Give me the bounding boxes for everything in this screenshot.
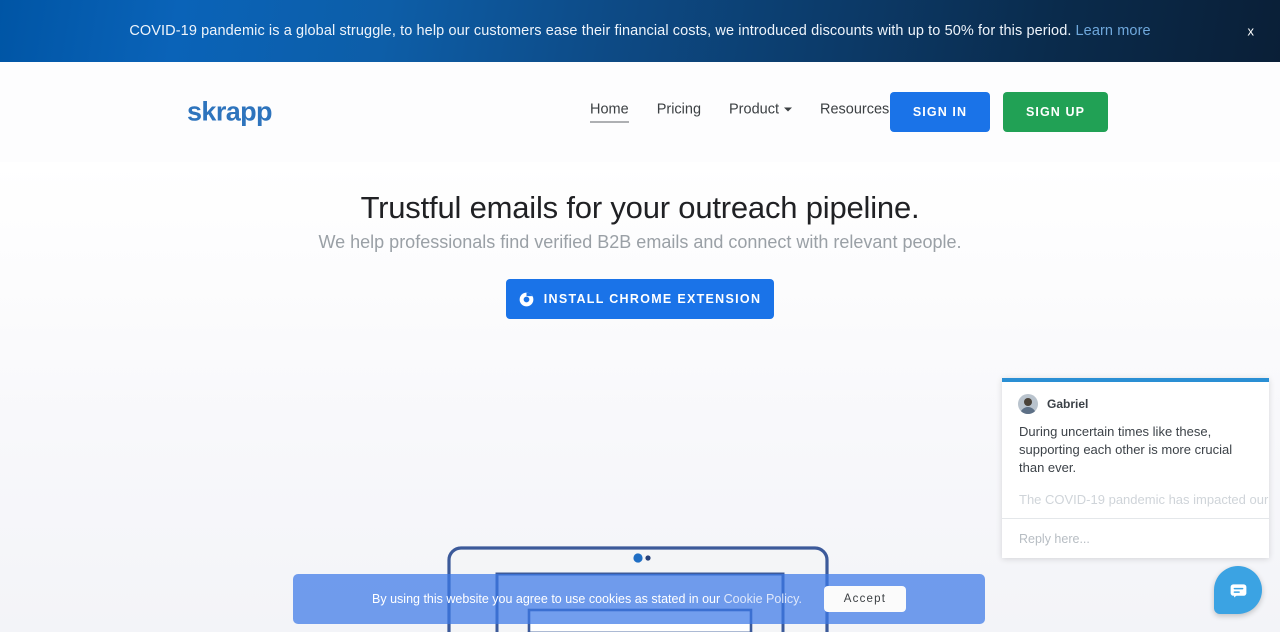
nav-item-resources-label: Resources [820,101,890,118]
skrapp-logo[interactable]: skrapp [187,97,273,128]
cookie-policy-link[interactable]: Cookie Policy. [724,592,802,606]
avatar [1018,394,1038,414]
page-title: Trustful emails for your outreach pipeli… [360,190,920,225]
main-navigation: Home Pricing Product Resources [590,102,930,123]
nav-item-product[interactable]: Product [729,102,792,123]
accept-cookies-button[interactable]: Accept [823,586,906,612]
chat-bubble-icon [1230,583,1246,597]
chat-message: During uncertain times like these, suppo… [1019,424,1233,475]
site-header: skrapp Home Pricing Product Resources SI… [0,62,1280,162]
nav-item-pricing-label: Pricing [656,101,702,118]
hero-subtitle: We help professionals find verified B2B … [318,232,962,252]
sign-in-button[interactable]: SIGN IN [890,92,990,132]
install-chrome-extension-button[interactable]: INSTALL CHROME EXTENSION [506,279,774,319]
close-icon[interactable]: x [1242,21,1261,42]
chrome-icon [519,292,534,306]
install-button-label: INSTALL CHROME EXTENSION [543,292,762,306]
covid-banner-text: COVID-19 pandemic is a global struggle, … [129,23,1150,39]
page-root: COVID-19 pandemic is a global struggle, … [0,0,1280,632]
nav-item-home[interactable]: Home [590,102,629,123]
cookie-consent-text: By using this website you agree to use c… [372,592,802,606]
cookie-message: By using this website you agree to use c… [372,592,721,606]
chevron-down-icon [784,107,792,112]
sign-up-button[interactable]: SIGN UP [1003,92,1108,132]
chat-header: Gabriel [1002,382,1269,414]
chat-reply-row [1002,518,1269,558]
chat-agent-name: Gabriel [1047,397,1089,411]
cookie-consent-bar: By using this website you agree to use c… [293,574,985,624]
covid-banner-message: COVID-19 pandemic is a global struggle, … [129,23,1072,39]
nav-item-product-label: Product [729,101,779,118]
chat-launcher-button[interactable] [1214,566,1262,614]
nav-item-pricing[interactable]: Pricing [657,102,701,123]
nav-item-home-label: Home [590,101,629,118]
chat-faded-message: The COVID-19 pandemic has impacted our [1019,492,1269,507]
chat-widget: Gabriel During uncertain times like thes… [1002,378,1269,558]
covid-learn-more-link[interactable]: Learn more [1076,23,1151,39]
covid-announcement-bar: COVID-19 pandemic is a global struggle, … [0,0,1280,62]
chat-reply-input[interactable] [1019,531,1252,546]
